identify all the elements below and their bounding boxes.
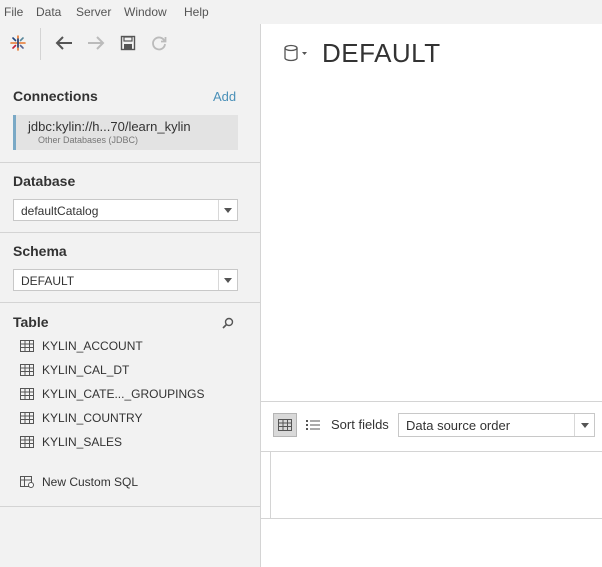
schema-select[interactable]: DEFAULT	[13, 269, 238, 291]
sidebar-divider	[260, 24, 261, 567]
schema-select-value: DEFAULT	[21, 274, 75, 288]
custom-sql-label: New Custom SQL	[42, 475, 139, 489]
connections-heading: Connections	[13, 88, 98, 104]
table-grid-icon	[20, 412, 34, 424]
grid-row-header	[270, 452, 271, 518]
database-select[interactable]: defaultCatalog	[13, 199, 238, 221]
table-name: KYLIN_CAL_DT	[42, 363, 130, 377]
section-divider	[0, 506, 261, 507]
refresh-icon[interactable]	[148, 32, 170, 54]
tableau-logo-icon[interactable]	[7, 32, 29, 54]
table-grid-icon	[20, 340, 34, 352]
table-list-item[interactable]: KYLIN_CAL_DT	[20, 361, 129, 379]
table-name: KYLIN_CATE..._GROUPINGS	[42, 387, 205, 401]
data-source-title[interactable]: DEFAULT	[322, 38, 441, 69]
table-heading: Table	[13, 314, 49, 330]
table-list-item[interactable]: KYLIN_ACCOUNT	[20, 337, 143, 355]
grid-toolbar-divider	[261, 401, 602, 402]
grid-view-button[interactable]	[273, 413, 297, 437]
custom-sql-icon	[20, 476, 34, 488]
menu-server[interactable]: Server	[76, 5, 111, 19]
connection-item[interactable]: jdbc:kylin://h...70/learn_kylin Other Da…	[13, 115, 238, 150]
table-grid-icon	[20, 388, 34, 400]
sort-fields-select[interactable]: Data source order	[398, 413, 595, 437]
table-list-item[interactable]: KYLIN_SALES	[20, 433, 122, 451]
chevron-down-icon[interactable]	[574, 414, 594, 436]
table-name: KYLIN_SALES	[42, 435, 123, 449]
database-cylinder-icon[interactable]	[282, 42, 310, 64]
sort-fields-label: Sort fields	[331, 417, 389, 432]
add-connection-link[interactable]: Add	[213, 89, 236, 104]
save-icon[interactable]	[117, 32, 139, 54]
back-arrow-icon[interactable]	[53, 32, 75, 54]
table-grid-icon	[20, 364, 34, 376]
grid-header-divider	[261, 451, 602, 452]
connection-name: jdbc:kylin://h...70/learn_kylin	[28, 119, 191, 134]
menu-data[interactable]: Data	[36, 5, 61, 19]
sort-fields-value: Data source order	[406, 418, 511, 433]
search-icon[interactable]	[217, 312, 239, 334]
grid-bottom-divider	[261, 518, 602, 519]
section-divider	[0, 162, 261, 163]
database-heading: Database	[13, 173, 76, 189]
menu-file[interactable]: File	[4, 5, 23, 19]
table-list-item[interactable]: KYLIN_COUNTRY	[20, 409, 142, 427]
database-select-value: defaultCatalog	[21, 204, 99, 218]
table-name: KYLIN_COUNTRY	[42, 411, 143, 425]
schema-heading: Schema	[13, 243, 67, 259]
table-list-item[interactable]: KYLIN_CATE..._GROUPINGS	[20, 385, 205, 403]
connection-type: Other Databases (JDBC)	[38, 135, 139, 145]
table-grid-icon	[20, 436, 34, 448]
chevron-down-icon[interactable]	[218, 200, 237, 220]
chevron-down-icon[interactable]	[218, 270, 237, 290]
menu-help[interactable]: Help	[184, 5, 209, 19]
section-divider	[0, 302, 261, 303]
menu-window[interactable]: Window	[124, 5, 167, 19]
menu-bar: File Data Server Window Help	[0, 0, 602, 24]
forward-arrow-icon[interactable]	[85, 32, 107, 54]
table-name: KYLIN_ACCOUNT	[42, 339, 143, 353]
list-view-button[interactable]	[302, 413, 324, 437]
toolbar-separator	[40, 28, 41, 60]
new-custom-sql-item[interactable]: New Custom SQL	[20, 473, 138, 491]
section-divider	[0, 232, 261, 233]
